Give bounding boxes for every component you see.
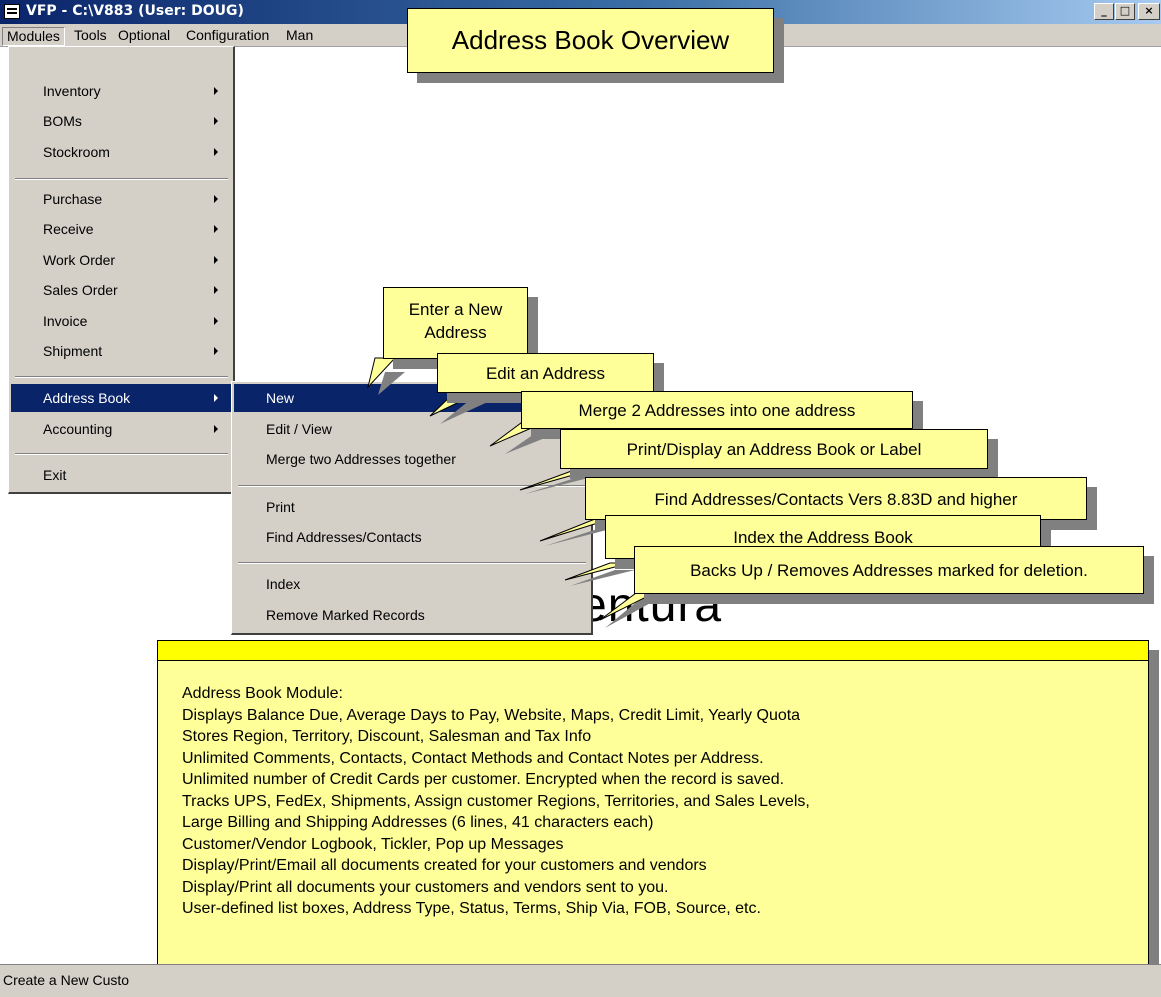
info-line: Display/Print/Email all documents create… [182,857,707,874]
status-text: Create a New Custo [3,972,130,988]
pointer-backup [599,589,661,621]
info-line: Unlimited Comments, Contacts, Contact Me… [182,749,764,767]
callout-enter-new: Enter a New Address [383,287,528,359]
status-bar: Create a New Custo [0,964,1161,997]
callout-overview: Address Book Overview [407,8,774,73]
callout-backup: Backs Up / Removes Addresses marked for … [634,546,1144,594]
pointer-shadow [570,570,635,586]
callout-enter-new-line1: Enter a New [408,300,503,319]
callout-print: Print/Display an Address Book or Label [560,429,988,469]
info-line: User-defined list boxes, Address Type, S… [182,900,761,917]
info-line: Address Book Module: [182,685,343,702]
info-line: Tracks UPS, FedEx, Shipments, Assign cus… [182,792,810,810]
info-panel: Address Book Module: Displays Balance Du… [157,640,1149,978]
callout-edit: Edit an Address [437,353,654,393]
info-panel-header [158,641,1148,661]
callout-merge: Merge 2 Addresses into one address [521,391,913,429]
info-line: Unlimited number of Credit Cards per cus… [182,771,785,788]
pointer-shadow [378,372,405,395]
info-line: Display/Print all documents your custome… [182,878,669,896]
info-line: Stores Region, Territory, Discount, Sale… [182,728,592,745]
info-panel-lines: Address Book Module: Displays Balance Du… [182,683,810,920]
info-line: Large Billing and Shipping Addresses (6 … [182,814,654,831]
callout-find: Find Addresses/Contacts Vers 8.83D and h… [585,477,1087,520]
callout-enter-new-line2: Address [424,323,487,342]
info-line: Displays Balance Due, Average Days to Pa… [182,706,801,724]
info-line: Customer/Vendor Logbook, Tickler, Pop up… [182,835,564,853]
